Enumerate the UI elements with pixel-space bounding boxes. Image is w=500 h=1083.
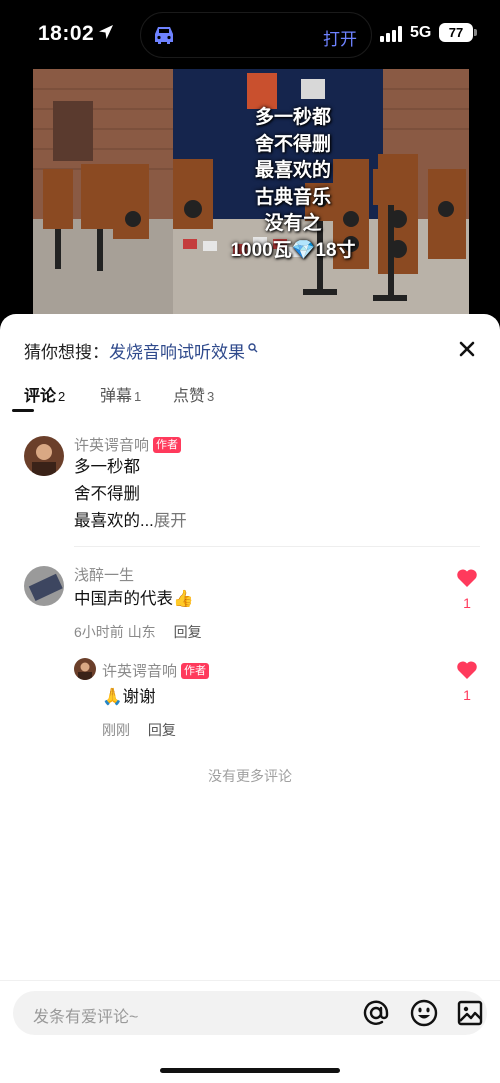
island-open-button[interactable]: 打开 [323, 25, 357, 50]
active-tab-indicator [12, 409, 34, 412]
comment-time: 6小时前 [74, 624, 124, 640]
avatar[interactable] [74, 658, 96, 680]
car-icon [155, 27, 173, 44]
home-indicator[interactable] [160, 1068, 340, 1073]
comment-input[interactable]: 发条有爱评论~ [13, 991, 487, 1035]
comment-line: 多一秒都 [74, 458, 140, 476]
avatar-image [24, 436, 64, 476]
image-icon[interactable] [456, 999, 484, 1027]
author-badge: 作者 [153, 437, 182, 453]
video-caption: 多一秒都 舍不得删 最喜欢的 古典音乐 没有之 1000瓦💎18寸 [213, 105, 373, 264]
close-icon[interactable] [456, 338, 478, 360]
comment-author[interactable]: 许英谔音响 作者 [74, 434, 182, 455]
input-placeholder: 发条有爱评论~ [33, 1009, 139, 1026]
author-name: 许英谔音响 [74, 437, 150, 454]
comment-line: 舍不得删 [74, 485, 140, 503]
battery-tip [474, 29, 477, 36]
network-type: 5G [410, 24, 432, 41]
tab-count: 2 [58, 389, 66, 404]
author-badge: 作者 [181, 663, 210, 679]
divider [74, 546, 480, 547]
reply-author[interactable]: 许英谔音响 作者 [102, 660, 210, 681]
reply-meta: 刚刚 回复 [102, 720, 176, 740]
reply-time: 刚刚 [102, 722, 130, 738]
suggestion-query[interactable]: 发烧音响试听效果 [109, 343, 245, 362]
avatar[interactable] [24, 436, 64, 476]
reply-button[interactable]: 回复 [174, 624, 202, 640]
caption-line: 最喜欢的 [254, 160, 331, 181]
like-button[interactable]: 1 [455, 660, 479, 703]
tab-likes[interactable]: 点赞 3 [173, 382, 214, 406]
caption-line: 1000瓦💎18寸 [230, 239, 356, 261]
author-name: 许英谔音响 [102, 663, 178, 680]
battery-indicator: 77 [439, 23, 473, 42]
comment-line: 最喜欢的...展开 [74, 508, 187, 535]
caption-line: 舍不得删 [254, 133, 331, 155]
search-suggestion[interactable]: 猜你想搜：发烧音响试听效果 [24, 338, 258, 363]
caption-line: 多一秒都 [254, 107, 331, 128]
comment-meta: 6小时前 山东 回复 [74, 622, 202, 642]
like-button[interactable]: 1 [455, 568, 479, 611]
caption-line: 没有之 [264, 213, 322, 234]
video-player[interactable]: 多一秒都 舍不得删 最喜欢的 古典音乐 没有之 1000瓦💎18寸 [33, 69, 469, 315]
caption-line: 古典音乐 [254, 186, 331, 208]
dynamic-island[interactable]: 打开 [140, 12, 372, 58]
at-icon[interactable] [361, 998, 391, 1028]
avatar-image [24, 566, 64, 606]
like-count: 1 [463, 687, 471, 703]
signal-icon [380, 26, 402, 42]
tab-label: 评论 [24, 388, 57, 405]
tab-label: 点赞 [173, 388, 206, 405]
avatar-image [74, 658, 96, 680]
tab-danmaku[interactable]: 弹幕 1 [100, 382, 141, 406]
comment-sheet: 猜你想搜：发烧音响试听效果 评论 2 弹幕 1 点赞 3 许英谔音响 作者 多一秒都 舍… [0, 314, 500, 1083]
reply-body[interactable]: 🙏谢谢 [102, 684, 156, 711]
heart-icon [457, 569, 477, 587]
avatar[interactable] [24, 566, 64, 606]
search-icon [248, 343, 258, 353]
comment-body[interactable]: 中国声的代表👍 [74, 586, 194, 613]
comment-location: 山东 [127, 624, 156, 640]
heart-icon [457, 661, 477, 679]
tab-count: 3 [207, 389, 215, 404]
like-count: 1 [463, 595, 471, 611]
tab-count: 1 [134, 389, 142, 404]
comment-body[interactable]: 多一秒都 舍不得删 最喜欢的...展开 [74, 454, 187, 535]
no-more-comments: 没有更多评论 [208, 768, 292, 784]
reply-button[interactable]: 回复 [148, 722, 176, 738]
status-time: 18:02 [38, 22, 95, 45]
emoji-icon[interactable] [409, 998, 439, 1028]
tab-label: 弹幕 [100, 388, 133, 405]
status-bar: 18:02 打开 5G 77 [0, 0, 500, 64]
comment-author[interactable]: 浅醉一生 [74, 564, 134, 585]
comment-line-text: 最喜欢的... [74, 512, 154, 530]
suggestion-prefix: 猜你想搜： [24, 343, 109, 362]
location-arrow-icon [99, 25, 113, 39]
tab-comments[interactable]: 评论 2 [24, 382, 65, 406]
expand-button[interactable]: 展开 [154, 512, 187, 530]
